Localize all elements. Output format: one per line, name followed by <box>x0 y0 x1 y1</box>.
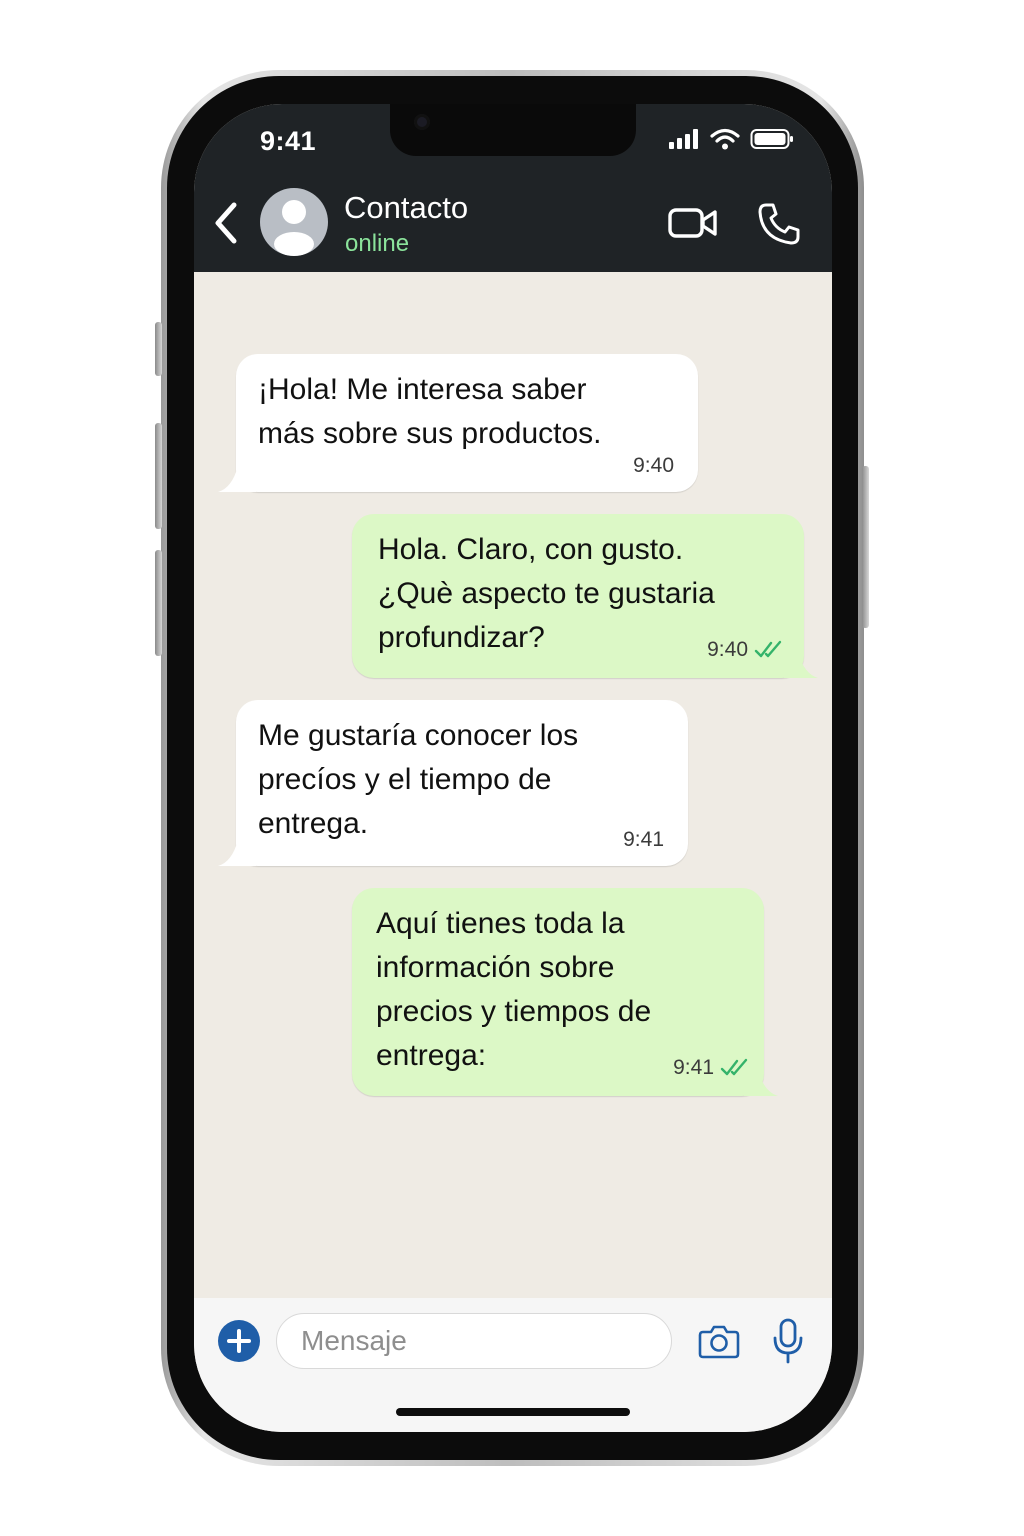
message-input[interactable] <box>276 1313 672 1369</box>
message-time: 9:40 <box>633 454 674 477</box>
status-time: 9:41 <box>260 126 317 156</box>
silent-switch <box>155 322 162 376</box>
message-text: ¡Hola! Me interesa saber más sobre sus p… <box>258 373 602 450</box>
volume-up-button <box>155 423 162 529</box>
message-bubble-incoming[interactable]: Me gustaría conocer los precíos y el tie… <box>236 700 688 866</box>
message-time: 9:41 <box>623 828 664 851</box>
avatar-person-icon <box>274 200 314 256</box>
front-camera <box>414 114 430 130</box>
plus-icon <box>227 1329 251 1353</box>
attach-button[interactable] <box>218 1320 260 1362</box>
double-check-icon <box>754 640 782 658</box>
bubble-tail <box>784 652 818 678</box>
avatar[interactable] <box>260 188 328 256</box>
message-bubble-outgoing[interactable]: Hola. Claro, con gusto. ¿Què aspecto te … <box>352 514 804 678</box>
contact-status: online <box>345 230 410 257</box>
notch <box>390 104 636 156</box>
volume-down-button <box>155 550 162 656</box>
phone-screen: 9:41 Contacto online ¡Hola! Me interesa … <box>194 104 832 1432</box>
video-camera-icon[interactable] <box>668 203 718 243</box>
message-time: 9:40 <box>707 638 748 661</box>
cellular-signal-icon <box>669 129 698 149</box>
message-meta: 9:40 <box>707 628 784 672</box>
power-button <box>862 466 869 628</box>
message-meta: 9:41 <box>623 818 664 862</box>
microphone-icon[interactable] <box>772 1318 804 1364</box>
bubble-tail <box>218 840 256 866</box>
composer-bar <box>194 1298 832 1432</box>
message-text: Me gustaría conocer los precíos y el tie… <box>258 719 579 840</box>
message-bubble-outgoing[interactable]: Aquí tienes toda la información sobre pr… <box>352 888 764 1096</box>
chat-area: ¡Hola! Me interesa saber más sobre sus p… <box>194 272 832 1298</box>
bubble-tail <box>218 466 256 492</box>
home-indicator[interactable] <box>396 1408 630 1416</box>
bubble-tail <box>744 1070 778 1096</box>
phone-icon[interactable] <box>756 201 802 247</box>
status-icons <box>668 128 794 150</box>
wifi-icon <box>710 128 740 150</box>
back-chevron-icon[interactable] <box>208 199 244 247</box>
message-bubble-incoming[interactable]: ¡Hola! Me interesa saber más sobre sus p… <box>236 354 698 492</box>
chat-header: 9:41 Contacto online <box>194 104 832 272</box>
camera-icon[interactable] <box>698 1322 740 1360</box>
message-meta: 9:40 <box>633 444 674 488</box>
message-time: 9:41 <box>673 1056 714 1079</box>
battery-icon <box>750 129 793 149</box>
contact-name[interactable]: Contacto <box>344 190 468 226</box>
message-meta: 9:41 <box>673 1046 750 1090</box>
